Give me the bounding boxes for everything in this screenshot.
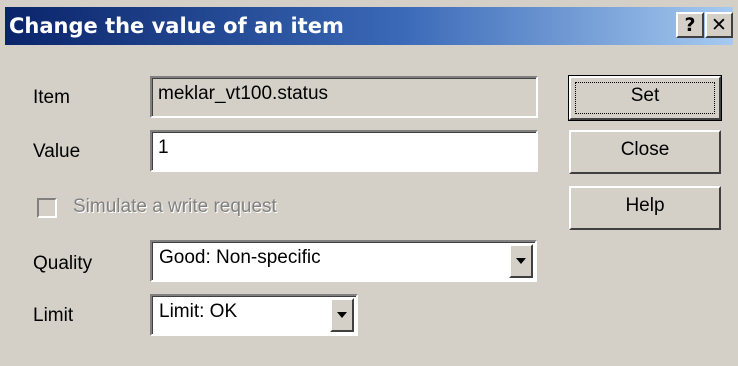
simulate-write-label: Simulate a write request (73, 196, 277, 217)
limit-select[interactable]: Limit: OK (150, 294, 358, 336)
quality-label: Quality (33, 253, 93, 274)
quality-selected-value: Good: Non-specific (159, 247, 321, 268)
value-input-text: 1 (158, 137, 169, 158)
limit-dropdown-button[interactable] (330, 298, 354, 332)
close-button-label: Close (620, 139, 670, 160)
close-button[interactable]: Close (569, 130, 721, 174)
chevron-down-icon (337, 312, 347, 318)
value-label: Value (33, 141, 81, 162)
quality-dropdown-button[interactable] (509, 244, 533, 278)
limit-selected-value: Limit: OK (159, 301, 238, 322)
change-value-dialog: Change the value of an item ? ✕ Item mek… (0, 0, 738, 366)
chevron-down-icon (516, 258, 526, 264)
item-label: Item (33, 87, 70, 108)
item-field: meklar_vt100.status (150, 76, 538, 118)
help-button[interactable]: Help (569, 186, 721, 230)
set-button-label: Set (630, 85, 660, 106)
close-caption-button[interactable]: ✕ (705, 12, 733, 38)
item-value: meklar_vt100.status (158, 83, 329, 104)
quality-select[interactable]: Good: Non-specific (150, 240, 537, 282)
close-icon: ✕ (711, 14, 727, 36)
help-button-label: Help (625, 195, 665, 216)
window-title: Change the value of an item (9, 14, 344, 38)
set-button[interactable]: Set (568, 75, 722, 121)
help-caption-button[interactable]: ? (676, 12, 704, 38)
limit-label: Limit (33, 305, 74, 326)
simulate-write-checkbox[interactable] (37, 198, 57, 218)
value-input[interactable]: 1 (150, 130, 538, 172)
title-bar[interactable]: Change the value of an item ? ✕ (5, 7, 733, 45)
